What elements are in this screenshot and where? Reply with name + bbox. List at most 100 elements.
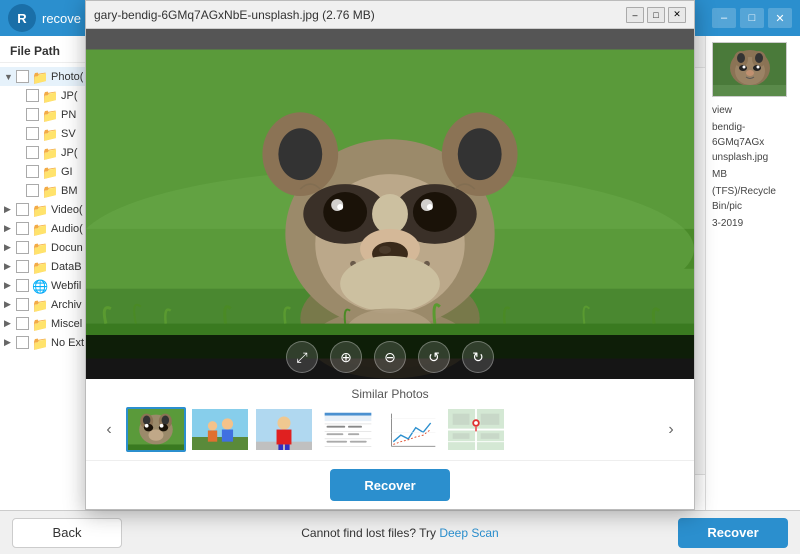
thumb-chart2-image: [384, 409, 440, 451]
thumb-family-image: [192, 409, 248, 451]
noext-label: No Ext: [51, 337, 84, 349]
zoom-in-button[interactable]: ⊕: [330, 341, 362, 373]
expand-arrow-icon: ▼: [4, 72, 16, 82]
modal-titlebar: gary-bendig-6GMq7AGxNbE-unsplash.jpg (2.…: [86, 1, 694, 29]
photos-label: Photo(: [51, 71, 83, 83]
right-panel-path: (TFS)/Recycle Bin/pic: [712, 184, 794, 214]
folder-icon: 📁: [32, 336, 48, 349]
thumbnail-image: [713, 43, 787, 97]
thumbnail-item-2[interactable]: [190, 407, 250, 452]
jp2-label: JP(: [61, 147, 78, 159]
right-panel-size: MB: [712, 167, 794, 182]
archive-checkbox[interactable]: [16, 298, 29, 311]
expand-arrow-icon: ▶: [4, 242, 16, 253]
right-arrow-icon: ›: [668, 421, 673, 439]
similar-photos-label: Similar Photos: [98, 387, 682, 401]
right-panel-thumbnail: [712, 42, 787, 97]
right-panel-view-label: view: [712, 103, 794, 118]
app-logo: R: [8, 4, 36, 32]
modal-recover-row: Recover: [86, 460, 694, 509]
image-preview-area: ⤢ ⊕ ⊖ ↺ ↻: [86, 29, 694, 379]
thumb-map-image: [448, 409, 504, 451]
modal-maximize-button[interactable]: □: [647, 7, 665, 23]
folder-icon: 📁: [42, 108, 58, 121]
modal-title: gary-bendig-6GMq7AGxNbE-unsplash.jpg (2.…: [94, 8, 626, 22]
recover-button-main[interactable]: Recover: [678, 518, 788, 548]
png-checkbox[interactable]: [26, 108, 39, 121]
expand-arrow-icon: ▶: [4, 261, 16, 272]
misc-checkbox[interactable]: [16, 317, 29, 330]
preview-modal: gary-bendig-6GMq7AGxNbE-unsplash.jpg (2.…: [85, 0, 695, 510]
thumbnail-item-6[interactable]: [446, 407, 506, 452]
misc-label: Miscel: [51, 318, 82, 330]
deep-scan-link[interactable]: Deep Scan: [439, 526, 498, 540]
folder-icon: 📁: [32, 260, 48, 273]
zoom-out-button[interactable]: ⊖: [374, 341, 406, 373]
app-close-button[interactable]: ✕: [768, 8, 792, 28]
thumbnail-item-4[interactable]: [318, 407, 378, 452]
modal-body: ⤢ ⊕ ⊖ ↺ ↻ Simi: [86, 29, 694, 509]
photos-checkbox[interactable]: [16, 70, 29, 83]
folder-icon: 📁: [42, 127, 58, 140]
thumbnail-item-3[interactable]: [254, 407, 314, 452]
video-checkbox[interactable]: [16, 203, 29, 216]
video-label: Video(: [51, 204, 83, 216]
gif-label: GI: [61, 166, 73, 178]
right-panel-date: 3-2019: [712, 216, 794, 231]
folder-icon: 📁: [32, 317, 48, 330]
database-label: DataB: [51, 261, 82, 273]
rotate-left-icon: ↺: [428, 349, 440, 366]
expand-arrow-icon: ▶: [4, 204, 16, 215]
bmp-label: BM: [61, 185, 78, 197]
modal-close-button[interactable]: ✕: [668, 7, 686, 23]
folder-icon: 📁: [42, 165, 58, 178]
thumb-raccoon-image: [128, 409, 184, 451]
noext-checkbox[interactable]: [16, 336, 29, 349]
app-window: R recove – □ ✕ File Path ▼ 📁 Photo(: [0, 0, 800, 554]
jp2-checkbox[interactable]: [26, 146, 39, 159]
jpg-checkbox[interactable]: [26, 89, 39, 102]
folder-icon: 📁: [32, 298, 48, 311]
modal-recover-button[interactable]: Recover: [330, 469, 450, 501]
database-checkbox[interactable]: [16, 260, 29, 273]
app-minimize-button[interactable]: –: [712, 8, 736, 28]
prev-photo-button[interactable]: ‹: [98, 419, 120, 441]
audio-label: Audio(: [51, 223, 83, 235]
raccoon-image: [86, 29, 694, 379]
next-photo-button[interactable]: ›: [660, 419, 682, 441]
rotate-left-button[interactable]: ↺: [418, 341, 450, 373]
modal-minimize-button[interactable]: –: [626, 7, 644, 23]
bmp-checkbox[interactable]: [26, 184, 39, 197]
back-button[interactable]: Back: [12, 518, 122, 548]
logo-text: R: [17, 11, 26, 26]
thumb-person-image: [256, 409, 312, 451]
right-panel: view bendig-6GMq7AGx unsplash.jpg MB (TF…: [705, 36, 800, 510]
audio-checkbox[interactable]: [16, 222, 29, 235]
documents-checkbox[interactable]: [16, 241, 29, 254]
right-panel-filename: bendig-6GMq7AGx unsplash.jpg: [712, 120, 794, 165]
fit-to-screen-button[interactable]: ⤢: [286, 341, 318, 373]
jpg-label: JP(: [61, 90, 78, 102]
rotate-right-icon: ↻: [472, 349, 484, 366]
thumbnail-item-5[interactable]: [382, 407, 442, 452]
expand-arrow-icon: ▶: [4, 318, 16, 329]
zoom-in-icon: ⊕: [340, 349, 352, 366]
expand-arrow-icon: ▶: [4, 337, 16, 348]
gif-checkbox[interactable]: [26, 165, 39, 178]
webfiles-checkbox[interactable]: [16, 279, 29, 292]
thumbnails-row: [126, 407, 654, 452]
folder-icon: 📁: [32, 241, 48, 254]
thumbnail-item-1[interactable]: [126, 407, 186, 452]
svg-checkbox[interactable]: [26, 127, 39, 140]
rotate-right-button[interactable]: ↻: [462, 341, 494, 373]
folder-icon: 📁: [42, 184, 58, 197]
zoom-out-icon: ⊖: [384, 349, 396, 366]
app-maximize-button[interactable]: □: [740, 8, 764, 28]
thumb-chart1-image: [320, 409, 376, 451]
archive-label: Archiv: [51, 299, 82, 311]
expand-arrow-icon: ▶: [4, 280, 16, 291]
folder-icon: 📁: [42, 146, 58, 159]
cannot-find-text: Cannot find lost files? Try Deep Scan: [301, 526, 498, 540]
bottom-bar: Back Cannot find lost files? Try Deep Sc…: [0, 510, 800, 554]
similar-photos-row: ‹: [98, 407, 682, 452]
